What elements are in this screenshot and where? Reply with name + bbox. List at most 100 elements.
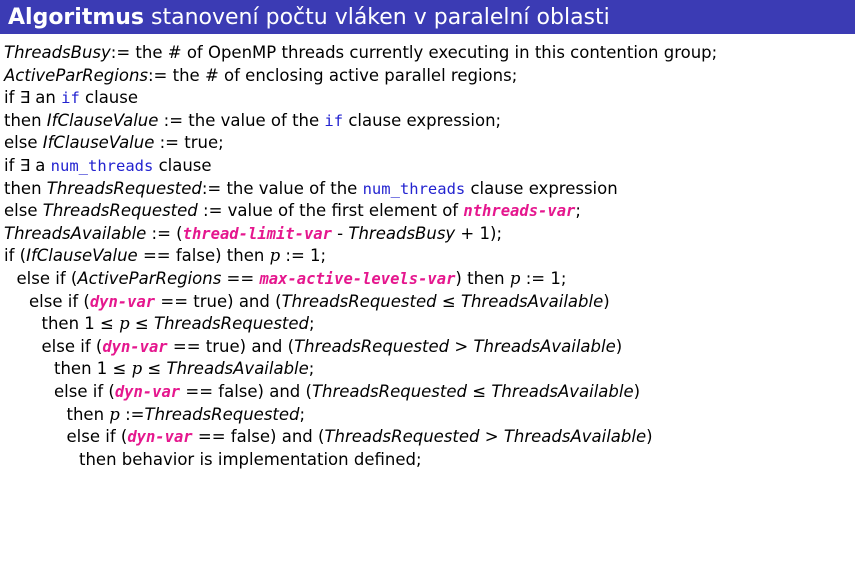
line-icv-name: max-active-levels-var <box>259 269 456 288</box>
line-icv-name: dyn-var <box>102 337 168 356</box>
line-variable: ThreadsAvailable <box>503 427 647 447</box>
algorithm-line: then 1 ≤ p ≤ ThreadsRequested; <box>0 313 855 336</box>
algorithm-line: then IfClauseValue := the value of the i… <box>0 110 855 133</box>
line-variable: ThreadsRequested <box>324 427 480 447</box>
line-text: == <box>221 268 260 288</box>
line-text: if ∃ a <box>4 155 51 175</box>
line-keyword: num_threads <box>50 156 154 175</box>
algorithm-line: if ∃ an if clause <box>0 87 855 110</box>
line-text: ; <box>308 359 315 379</box>
line-variable: ThreadsRequested <box>281 291 437 311</box>
line-variable: ThreadsAvailable <box>166 359 309 379</box>
algorithm-line: then behavior is implementation defined; <box>0 449 855 472</box>
algorithm-line: ActiveParRegions:= the # of enclosing ac… <box>0 65 855 88</box>
line-text: clause <box>79 88 139 108</box>
line-text: if ( <box>4 246 27 266</box>
line-text: == true) and ( <box>155 291 282 311</box>
line-variable: IfClauseValue <box>26 246 138 266</box>
line-text: == false) then <box>137 246 270 266</box>
line-variable: ActiveParRegions <box>4 65 148 85</box>
line-icv-name: thread-limit-var <box>182 224 332 243</box>
algorithm-line: else if (dyn-var == true) and (ThreadsRe… <box>0 291 855 314</box>
line-variable: ActiveParRegions <box>77 268 222 288</box>
line-text: := <box>119 404 145 424</box>
line-text: == false) and ( <box>180 381 312 401</box>
line-icv-name: dyn-var <box>89 292 156 311</box>
line-icv-name: nthreads-var <box>463 202 576 221</box>
line-text: else if ( <box>16 268 78 288</box>
algorithm-line: else if (dyn-var == false) and (ThreadsR… <box>0 381 855 404</box>
algorithm-line: then p :=ThreadsRequested; <box>0 404 855 427</box>
algorithm-line: else if (ActiveParRegions == max-active-… <box>0 268 855 291</box>
algorithm-line: else ThreadsRequested := value of the fi… <box>0 200 855 223</box>
line-variable: ThreadsAvailable <box>460 291 604 311</box>
line-text: := 1; <box>520 268 567 288</box>
line-variable: ThreadsBusy <box>348 223 456 243</box>
line-variable: IfClauseValue <box>46 110 159 130</box>
line-variable: ThreadsAvailable <box>4 223 147 243</box>
line-text: else <box>4 133 43 153</box>
algorithm-line: then 1 ≤ p ≤ ThreadsAvailable; <box>0 358 855 381</box>
line-variable: ThreadsAvailable <box>491 381 634 401</box>
line-text: := the value of the <box>201 178 363 198</box>
line-text: else if ( <box>54 381 115 401</box>
line-text: ) <box>615 336 623 356</box>
line-text: == false) and ( <box>192 427 325 447</box>
algorithm-line: ThreadsAvailable := (thread-limit-var - … <box>0 223 855 246</box>
algorithm-line: if ∃ a num_threads clause <box>0 155 855 178</box>
line-math-var: p <box>509 268 521 288</box>
line-variable: ThreadsRequested <box>294 336 450 356</box>
line-text: == true) and ( <box>167 336 295 356</box>
algorithm-body: ThreadsBusy:= the # of OpenMP threads cu… <box>0 42 855 471</box>
line-text: clause expression; <box>343 110 502 130</box>
line-text: then 1 ≤ <box>54 359 132 379</box>
line-text: else if ( <box>29 291 90 311</box>
line-text: := the # of enclosing active parallel re… <box>148 65 518 85</box>
line-variable: ThreadsAvailable <box>473 336 616 356</box>
line-text: := the # of OpenMP threads currently exe… <box>110 43 718 62</box>
line-text: := 1; <box>280 246 327 266</box>
algorithm-line: else if (dyn-var == false) and (ThreadsR… <box>0 426 855 449</box>
line-keyword: if <box>324 111 344 130</box>
line-text: then <box>4 110 47 130</box>
algorithm-line: if (IfClauseValue == false) then p := 1; <box>0 245 855 268</box>
line-keyword: if <box>61 89 80 108</box>
line-text: ) then <box>455 268 510 288</box>
line-text: - <box>331 223 349 243</box>
line-text: := true; <box>154 133 224 153</box>
title-rest: stanovení počtu vláken v paralelní oblas… <box>151 4 610 30</box>
line-text: clause <box>153 155 212 175</box>
line-math-var: p <box>119 314 130 334</box>
line-math-var: p <box>109 404 120 424</box>
line-keyword: num_threads <box>362 179 466 198</box>
slide-title: Algoritmus stanovení počtu vláken v para… <box>0 0 855 34</box>
line-text: + 1); <box>455 223 502 243</box>
line-text: := ( <box>146 223 183 243</box>
line-math-var: p <box>131 359 143 379</box>
line-text: then behavior is implementation defined; <box>79 449 422 469</box>
line-text: ) <box>633 381 641 401</box>
line-variable: ThreadsBusy <box>4 43 111 62</box>
line-text: ) <box>646 427 653 447</box>
algorithm-line: else if (dyn-var == true) and (ThreadsRe… <box>0 336 855 359</box>
line-variable: ThreadsRequested <box>144 404 300 424</box>
line-text: := value of the first element of <box>197 201 464 221</box>
line-text: > <box>449 336 474 356</box>
algorithm-line: ThreadsBusy:= the # of OpenMP threads cu… <box>0 42 855 65</box>
line-text: if ∃ an <box>4 88 62 108</box>
algorithm-line: then ThreadsRequested:= the value of the… <box>0 178 855 201</box>
line-text: ≤ <box>467 381 492 401</box>
line-text: ; <box>309 314 315 334</box>
line-icv-name: dyn-var <box>114 382 181 401</box>
line-text: else if ( <box>41 336 103 356</box>
line-variable: ThreadsRequested <box>153 314 310 334</box>
line-text: ) <box>603 291 610 311</box>
line-icv-name: dyn-var <box>127 428 193 447</box>
line-text: ; <box>575 201 581 221</box>
line-text: > <box>479 427 504 447</box>
title-bold: Algoritmus <box>8 4 145 30</box>
line-text: ≤ <box>142 359 167 379</box>
line-text: clause expression <box>465 178 618 198</box>
line-variable: ThreadsRequested <box>311 381 467 401</box>
slide: Algoritmus stanovení počtu vláken v para… <box>0 0 855 566</box>
